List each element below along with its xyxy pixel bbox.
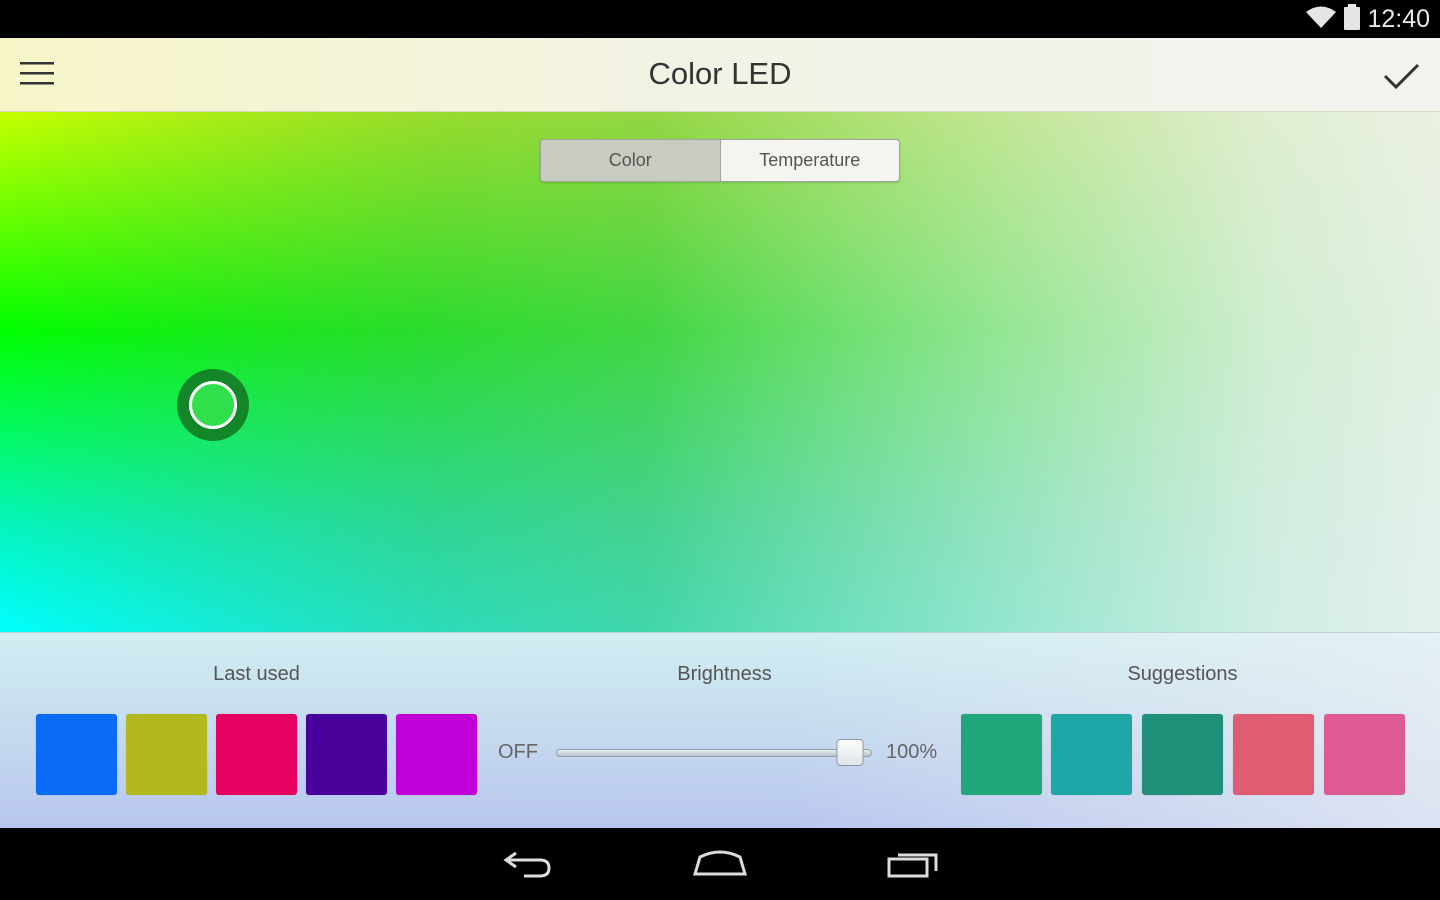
last-used-swatch[interactable]: [396, 714, 477, 795]
suggestion-swatch[interactable]: [1324, 714, 1405, 795]
brightness-slider[interactable]: [556, 749, 872, 757]
last-used-swatch[interactable]: [126, 714, 207, 795]
checkmark-icon: [1383, 63, 1420, 90]
status-time: 12:40: [1367, 4, 1430, 33]
suggestion-swatch[interactable]: [961, 714, 1042, 795]
last-used-swatch[interactable]: [36, 714, 117, 795]
back-icon: [503, 851, 551, 878]
confirm-button[interactable]: [1380, 56, 1424, 96]
home-icon: [692, 850, 748, 876]
recent-apps-button[interactable]: [878, 842, 948, 886]
brightness-min-label: OFF: [498, 741, 538, 763]
selected-color-dot: [189, 381, 237, 429]
status-bar: 12:40: [0, 0, 1440, 38]
last-used-swatch[interactable]: [216, 714, 297, 795]
brightness-slider-thumb[interactable]: [836, 739, 864, 766]
suggestions-label: Suggestions: [1127, 663, 1238, 685]
app-bar: Color LED: [0, 38, 1440, 112]
wifi-icon: [1305, 5, 1337, 34]
back-button[interactable]: [493, 842, 563, 886]
battery-icon: [1343, 3, 1361, 35]
brightness-label: Brightness: [677, 663, 772, 685]
brightness-max-label: 100%: [886, 741, 938, 763]
last-used-label: Last used: [213, 663, 300, 685]
suggestion-swatch[interactable]: [1233, 714, 1314, 795]
mode-segmented-control: Color Temperature: [540, 139, 900, 182]
home-button[interactable]: [685, 842, 755, 886]
suggestion-swatch[interactable]: [1051, 714, 1132, 795]
tab-color[interactable]: Color: [541, 140, 720, 181]
last-used-swatch[interactable]: [306, 714, 387, 795]
color-picker-area[interactable]: Color Temperature: [0, 112, 1440, 632]
recent-apps-icon: [887, 853, 938, 878]
color-selector-handle[interactable]: [177, 369, 249, 441]
status-indicators: 12:40: [1305, 3, 1430, 35]
system-nav-bar: [0, 828, 1440, 900]
page-title: Color LED: [648, 56, 792, 91]
tab-temperature[interactable]: Temperature: [719, 140, 900, 181]
bottom-panel: Last used Brightness Suggestions OFF 100…: [0, 632, 1440, 828]
suggestion-swatch[interactable]: [1142, 714, 1223, 795]
